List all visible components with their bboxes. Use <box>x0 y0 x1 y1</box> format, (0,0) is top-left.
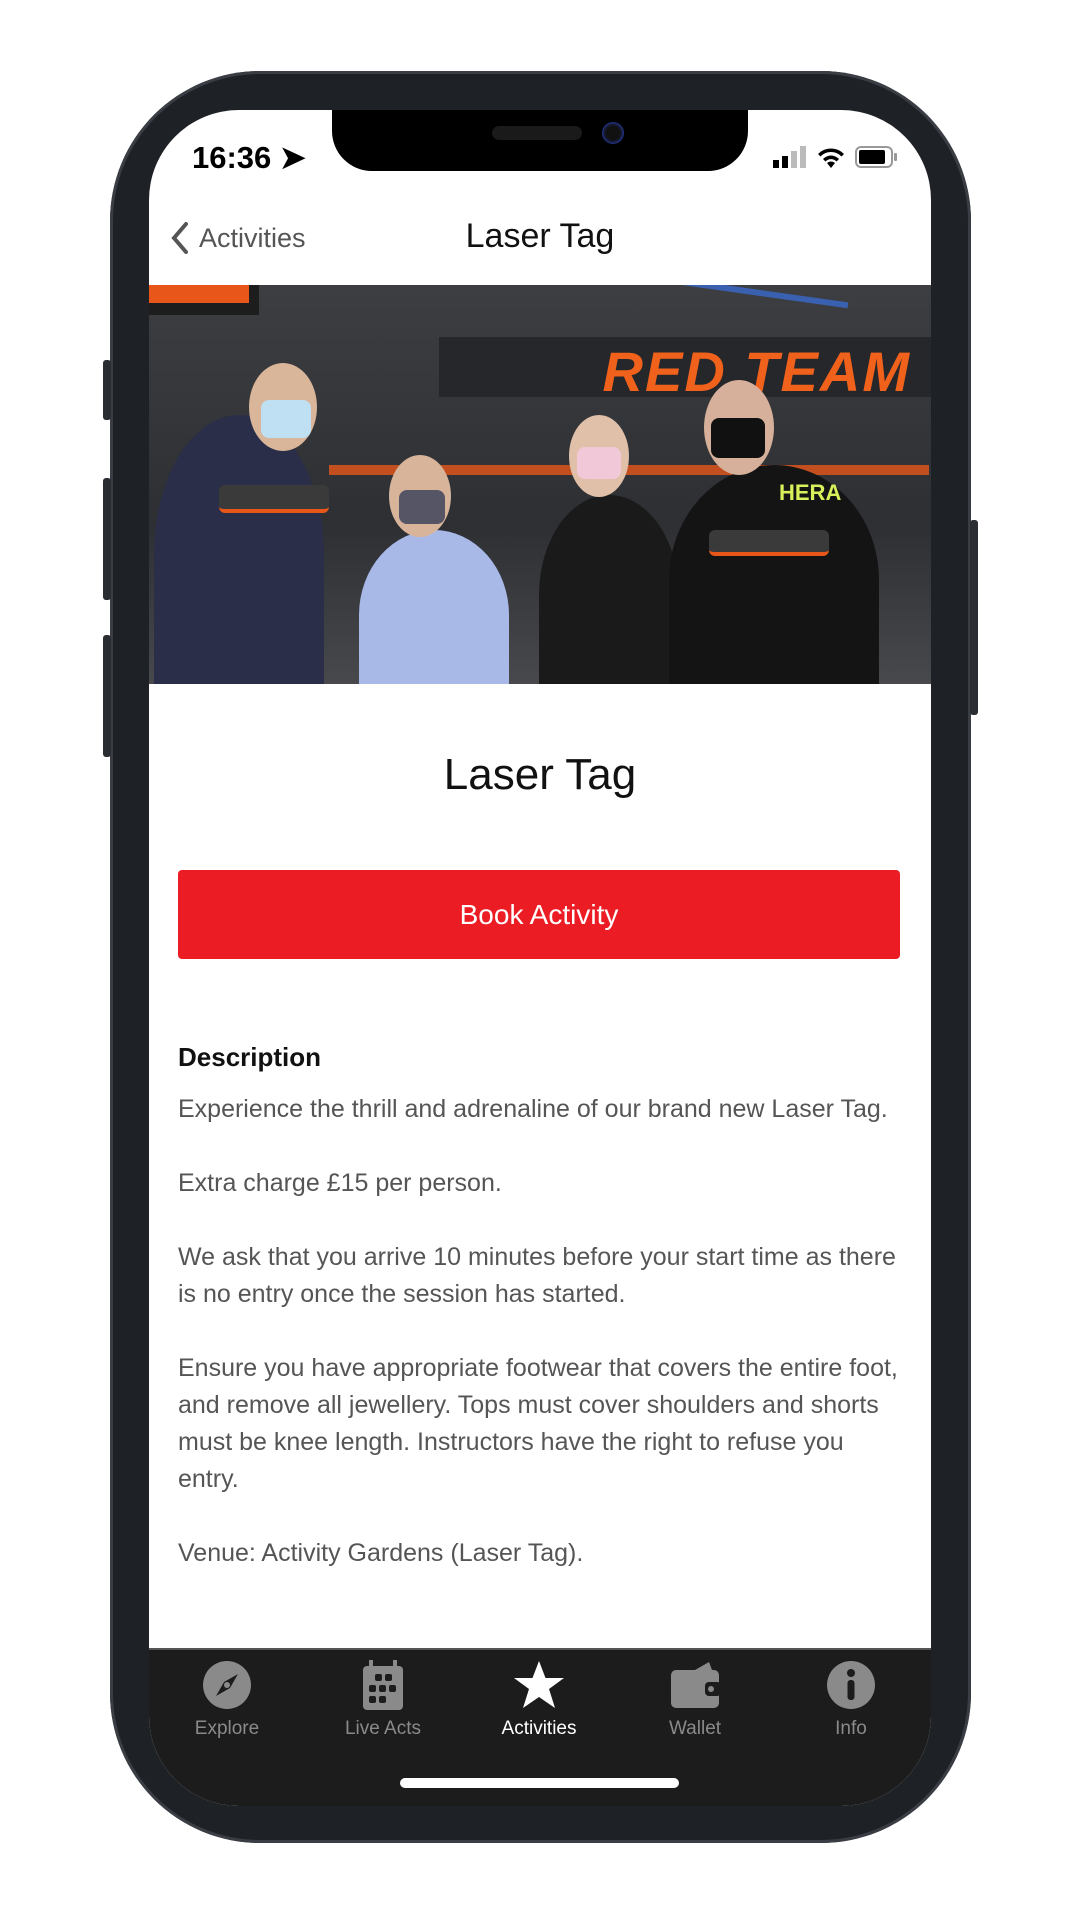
tab-activities[interactable]: Activities <box>461 1660 617 1740</box>
wallet-icon <box>671 1662 721 1708</box>
book-activity-button[interactable]: Book Activity <box>178 870 900 959</box>
activity-title: Laser Tag <box>443 750 637 799</box>
navigation-bar: Activities Laser Tag <box>149 170 931 285</box>
calendar-icon <box>363 1660 403 1710</box>
home-indicator[interactable] <box>400 1778 679 1788</box>
screen: 16:36 ➤ Activities Laser Tag RED TEAM HE… <box>149 110 931 1806</box>
tab-label: Info <box>835 1718 867 1739</box>
info-icon <box>827 1661 875 1709</box>
description-heading: Description <box>178 1042 322 1072</box>
tab-explore[interactable]: Explore <box>149 1660 305 1740</box>
battery-icon <box>855 146 897 168</box>
mute-switch <box>103 360 111 420</box>
activity-photo: RED TEAM HERA <box>149 285 931 684</box>
compass-icon <box>203 1661 251 1709</box>
volume-up-button <box>103 478 111 600</box>
tab-info[interactable]: Info <box>773 1660 929 1740</box>
tab-wallet[interactable]: Wallet <box>617 1660 773 1740</box>
signal-icon <box>773 146 806 168</box>
description-body: Experience the thrill and adrenaline of … <box>178 1091 908 1609</box>
nav-title: Laser Tag <box>465 217 615 255</box>
tab-label: Live Acts <box>344 1718 422 1739</box>
volume-down-button <box>103 635 111 757</box>
description-paragraph: We ask that you arrive 10 minutes before… <box>178 1243 896 1308</box>
wifi-icon <box>818 148 844 168</box>
status-icons <box>773 146 897 168</box>
description-paragraph: Extra charge £15 per person. <box>178 1169 502 1197</box>
star-icon <box>514 1661 564 1708</box>
notch <box>332 110 748 171</box>
tab-label: Activities <box>501 1718 577 1739</box>
description-paragraph: Ensure you have appropriate footwear tha… <box>178 1354 898 1493</box>
tab-live-acts[interactable]: Live Acts <box>305 1660 461 1740</box>
shirt-text: HERA <box>779 480 842 505</box>
tab-label: Wallet <box>668 1718 722 1739</box>
description-paragraph: Experience the thrill and adrenaline of … <box>178 1095 888 1123</box>
tab-label: Explore <box>194 1718 260 1739</box>
photo-banner: RED TEAM <box>439 337 931 403</box>
description-paragraph: Venue: Activity Gardens (Laser Tag). <box>178 1539 584 1567</box>
power-button <box>970 520 978 715</box>
